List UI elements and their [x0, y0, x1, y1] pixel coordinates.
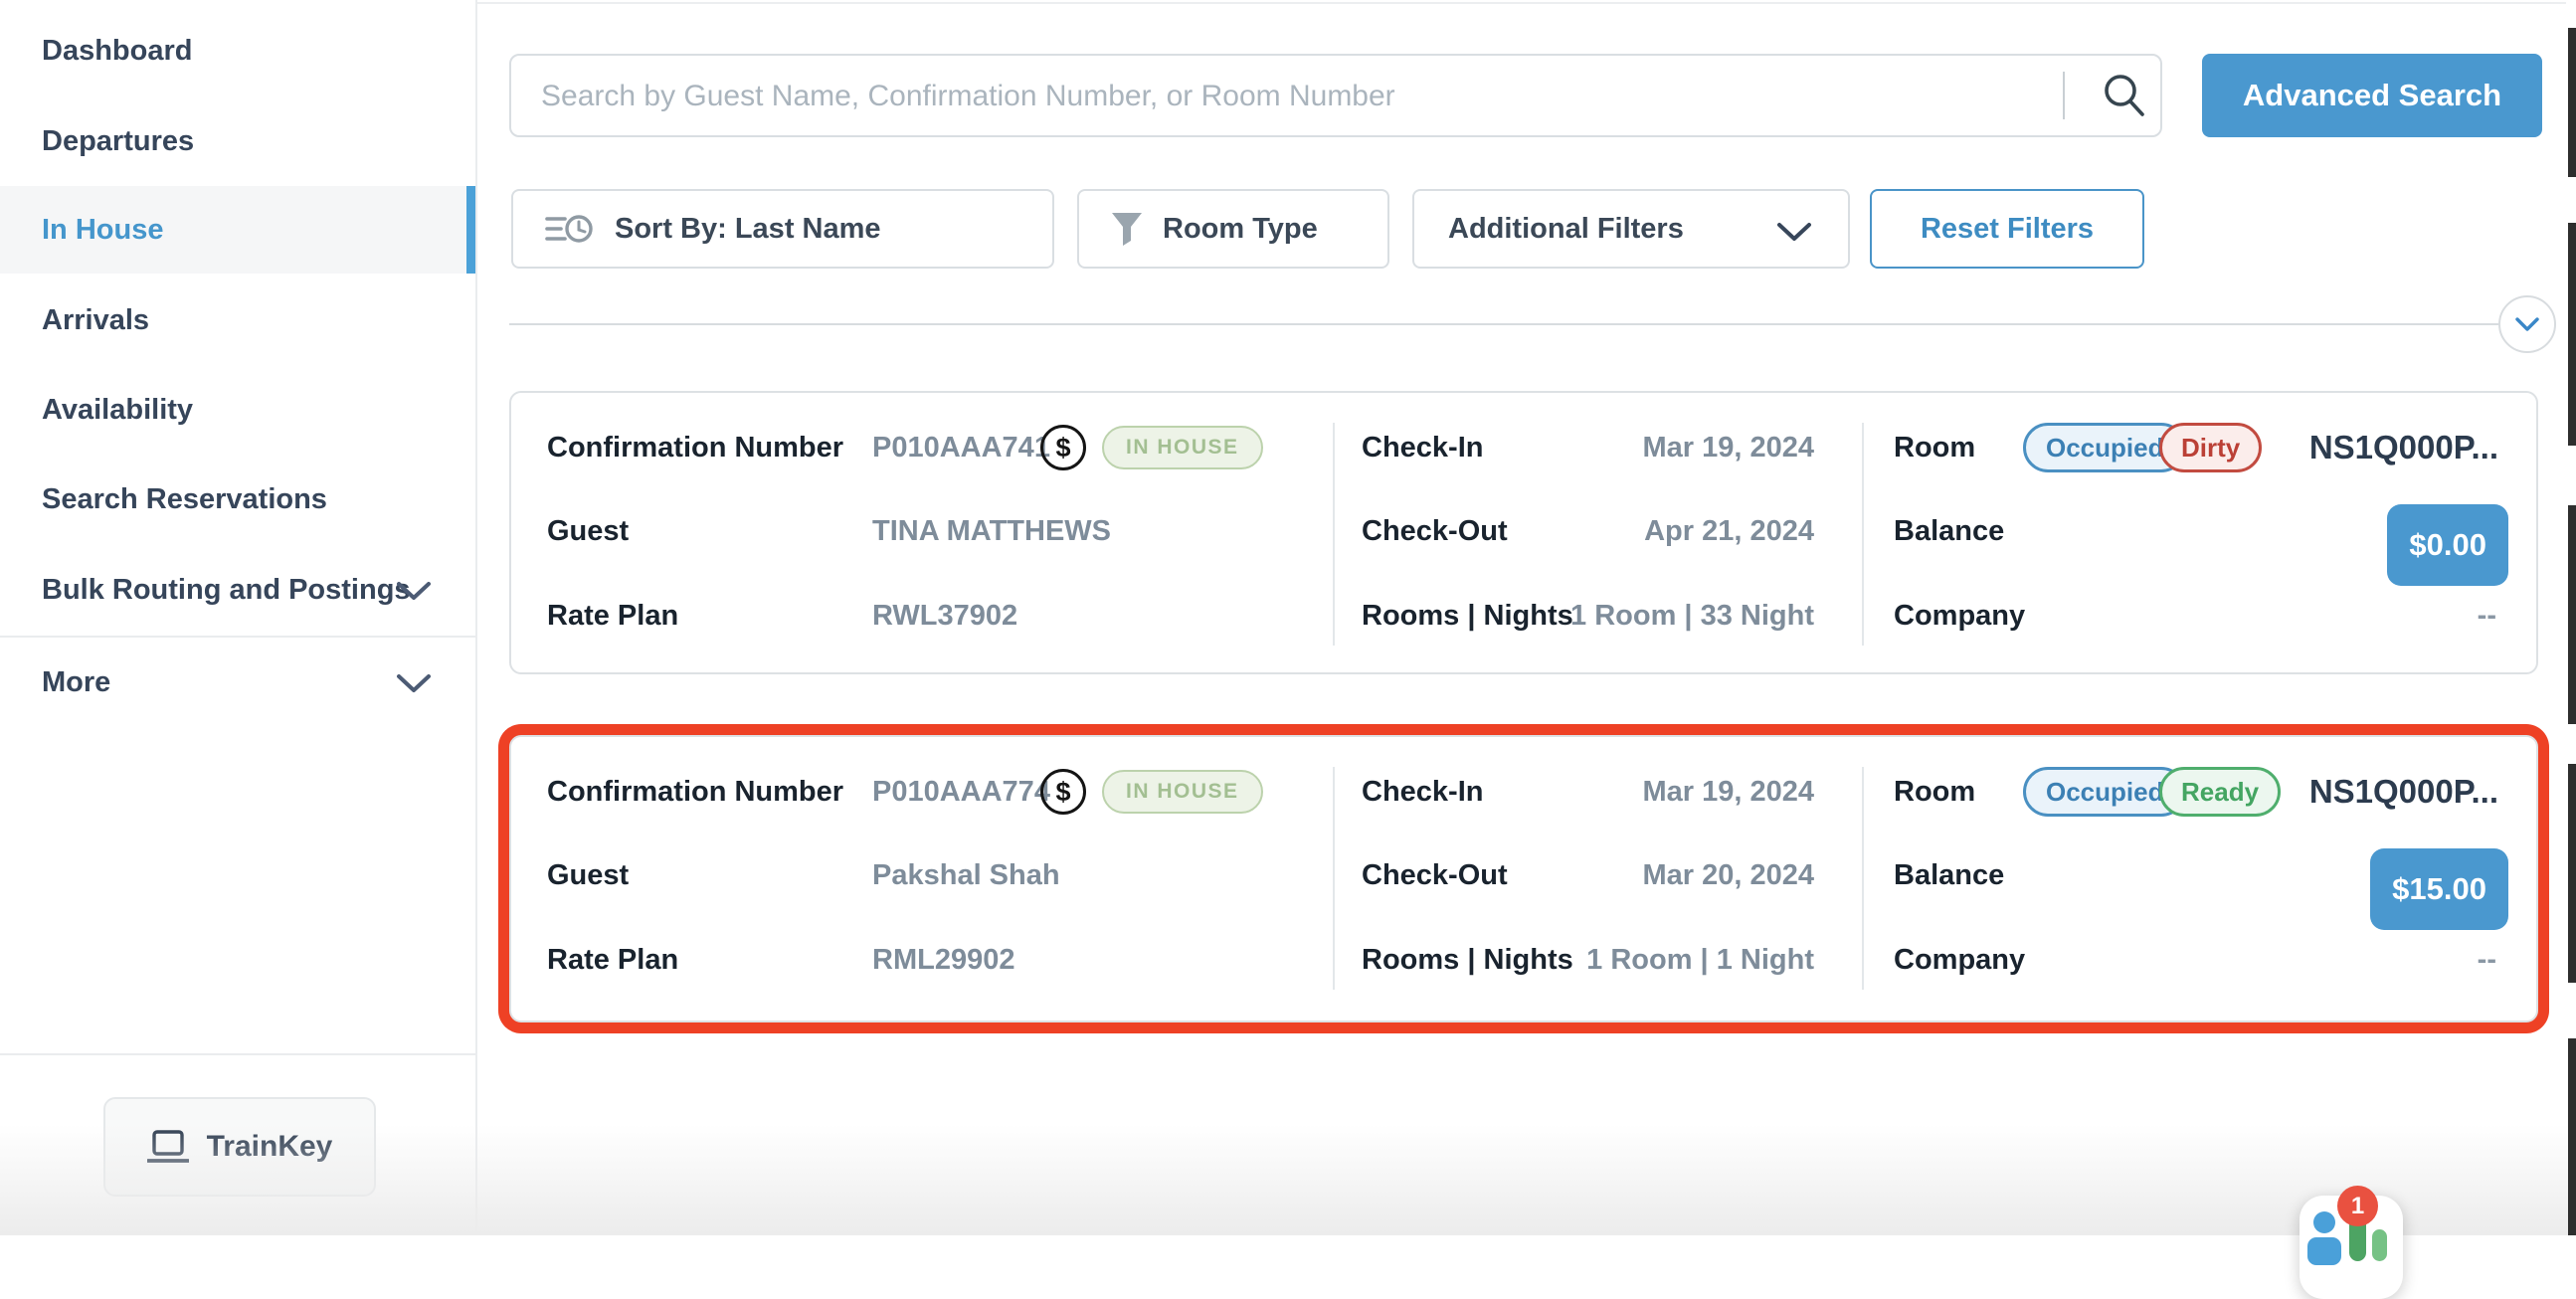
- check-out-label: Check-Out: [1362, 502, 1508, 560]
- edge-gap: [2568, 724, 2576, 764]
- room-label: Room: [1894, 763, 1975, 821]
- check-out-label: Check-Out: [1362, 846, 1508, 904]
- balance-button[interactable]: $15.00: [2370, 848, 2508, 930]
- screen-edge-artifact: [2568, 28, 2576, 1235]
- sidebar-item-in-house[interactable]: In House: [0, 186, 475, 274]
- search-icon[interactable]: [2099, 70, 2150, 121]
- card-column-divider: [1333, 423, 1335, 646]
- company-label: Company: [1894, 587, 2025, 645]
- rate-plan-value: RML29902: [872, 931, 1014, 989]
- room-number-value: NS1Q000P...: [2309, 763, 2498, 821]
- advanced-search-button[interactable]: Advanced Search: [2202, 54, 2542, 137]
- check-out-value: Apr 21, 2024: [1506, 502, 1814, 560]
- sidebar-divider: [0, 1053, 475, 1055]
- sidebar-item-label: More: [42, 666, 110, 698]
- housekeeping-status-pill: Ready: [2159, 767, 2281, 817]
- chat-logo-person: [2313, 1211, 2335, 1233]
- confirmation-number-label: Confirmation Number: [547, 763, 843, 821]
- additional-filters-label: Additional Filters: [1448, 213, 1684, 246]
- search-divider: [2063, 72, 2065, 119]
- additional-filters-dropdown[interactable]: Additional Filters: [1412, 189, 1850, 269]
- sort-icon: [543, 209, 595, 249]
- guest-label: Guest: [547, 846, 629, 904]
- company-value: --: [2478, 587, 2496, 645]
- check-in-value: Mar 19, 2024: [1506, 763, 1814, 821]
- room-type-filter-button[interactable]: Room Type: [1077, 189, 1389, 269]
- sidebar-item-arrivals[interactable]: Arrivals: [0, 277, 475, 364]
- chat-logo-person-body: [2307, 1237, 2341, 1265]
- rate-plan-value: RWL37902: [872, 587, 1017, 645]
- rate-plan-label: Rate Plan: [547, 931, 678, 989]
- edge-gap: [2568, 983, 2576, 1038]
- reservation-card[interactable]: Confirmation Number P010AAA741 $ IN HOUS…: [509, 391, 2538, 674]
- check-out-value: Mar 20, 2024: [1506, 846, 1814, 904]
- reset-filters-button[interactable]: Reset Filters: [1870, 189, 2144, 269]
- in-house-status-badge: IN HOUSE: [1102, 426, 1263, 469]
- chevron-down-icon: [396, 580, 432, 602]
- balance-label: Balance: [1894, 502, 2004, 560]
- guest-label: Guest: [547, 502, 629, 560]
- trainkey-label: TrainKey: [207, 1130, 333, 1164]
- card-column-divider: [1862, 423, 1864, 646]
- sidebar-item-more[interactable]: More: [0, 639, 475, 726]
- laptop-icon: [147, 1129, 189, 1165]
- room-number-value: NS1Q000P...: [2309, 419, 2498, 476]
- rooms-nights-value: 1 Room | 1 Night: [1506, 931, 1814, 989]
- card-column-divider: [1862, 767, 1864, 990]
- check-in-label: Check-In: [1362, 419, 1483, 476]
- search-input[interactable]: [539, 56, 2015, 137]
- sort-by-button[interactable]: Sort By: Last Name: [511, 189, 1054, 269]
- room-type-label: Room Type: [1163, 213, 1318, 246]
- check-in-label: Check-In: [1362, 763, 1483, 821]
- card-column-divider: [1333, 767, 1335, 990]
- guest-name-value: TINA MATTHEWS: [872, 502, 1111, 560]
- edge-gap: [2568, 446, 2576, 505]
- room-label: Room: [1894, 419, 1975, 476]
- confirmation-number-value: P010AAA774: [872, 763, 1050, 821]
- funnel-icon: [1109, 209, 1145, 249]
- sidebar-divider: [0, 636, 475, 638]
- housekeeping-status-pill: Dirty: [2159, 423, 2262, 472]
- section-divider: [509, 323, 2502, 325]
- chevron-down-icon: [2514, 316, 2540, 332]
- in-house-status-badge: IN HOUSE: [1102, 770, 1263, 814]
- balance-button[interactable]: $0.00: [2387, 504, 2508, 586]
- dollar-circle-icon: $: [1040, 425, 1086, 470]
- chat-logo-bar: [2372, 1229, 2387, 1261]
- sidebar-item-dashboard[interactable]: Dashboard: [0, 7, 475, 94]
- collapse-section-button[interactable]: [2498, 295, 2556, 353]
- rooms-nights-value: 1 Room | 33 Night: [1506, 587, 1814, 645]
- trainkey-button[interactable]: TrainKey: [103, 1097, 376, 1197]
- edge-gap: [2568, 177, 2576, 223]
- chevron-down-icon: [396, 672, 432, 694]
- sidebar-item-search-reservations[interactable]: Search Reservations: [0, 456, 475, 543]
- confirmation-number-value: P010AAA741: [872, 419, 1050, 476]
- company-value: --: [2478, 931, 2496, 989]
- guest-search-box: [509, 54, 2162, 137]
- dollar-circle-icon: $: [1040, 769, 1086, 815]
- reservation-card-highlighted[interactable]: Confirmation Number P010AAA774 $ IN HOUS…: [509, 735, 2538, 1022]
- sidebar-item-departures[interactable]: Departures: [0, 97, 475, 185]
- rate-plan-label: Rate Plan: [547, 587, 678, 645]
- company-label: Company: [1894, 931, 2025, 989]
- sidebar-item-bulk-routing[interactable]: Bulk Routing and Postings: [0, 546, 475, 634]
- sort-by-label: Sort By: Last Name: [615, 213, 881, 246]
- balance-label: Balance: [1894, 846, 2004, 904]
- confirmation-number-label: Confirmation Number: [547, 419, 843, 476]
- guest-name-value: Pakshal Shah: [872, 846, 1060, 904]
- sidebar: Dashboard Departures In House Arrivals A…: [0, 0, 477, 1235]
- chevron-down-icon: [1776, 221, 1812, 243]
- sidebar-item-label: Bulk Routing and Postings: [42, 574, 411, 606]
- sidebar-item-availability[interactable]: Availability: [0, 366, 475, 454]
- notification-badge: 1: [2337, 1186, 2378, 1226]
- check-in-value: Mar 19, 2024: [1506, 419, 1814, 476]
